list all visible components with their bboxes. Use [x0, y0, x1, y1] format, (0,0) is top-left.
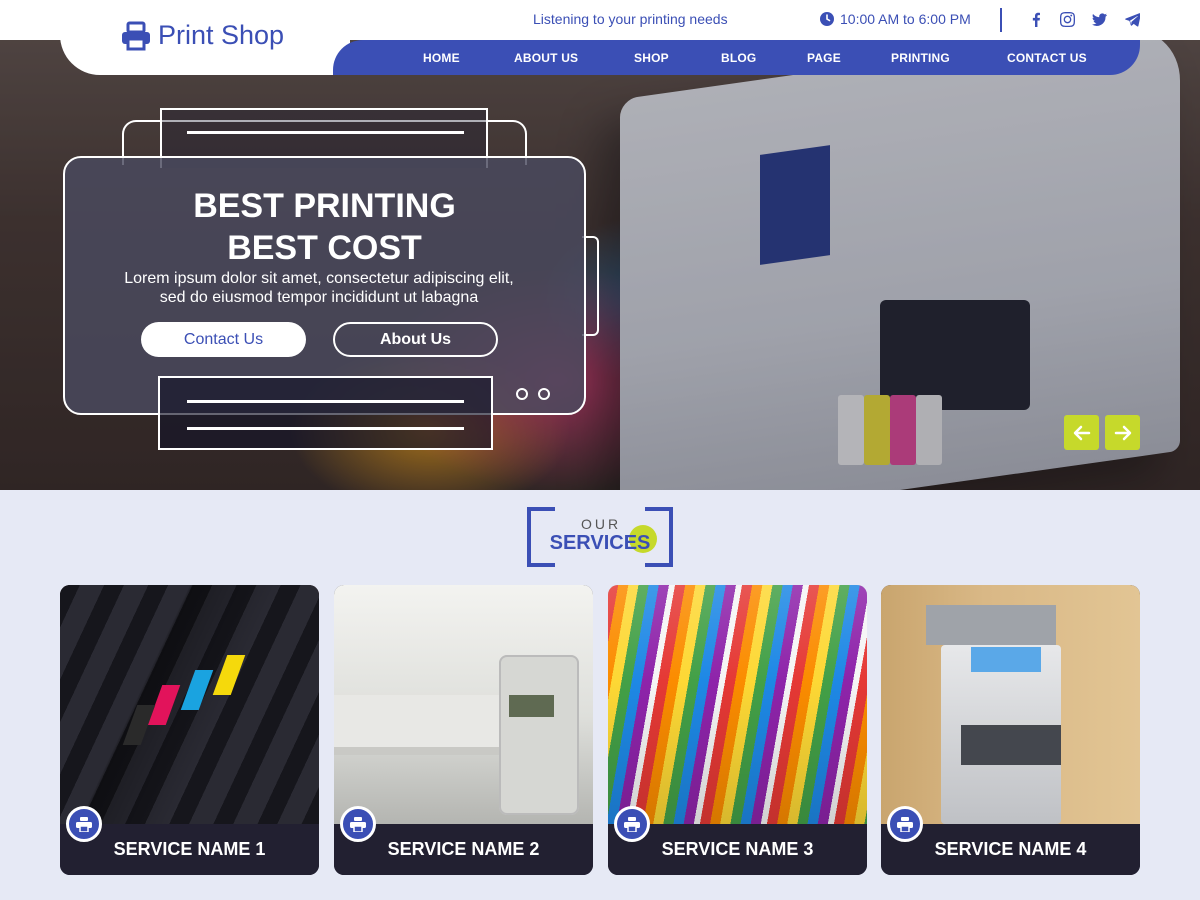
nav-item-about-us[interactable]: ABOUT US — [514, 51, 578, 65]
slider-next-button[interactable] — [1105, 415, 1140, 450]
tagline: Listening to your printing needs — [533, 11, 728, 27]
facebook-icon[interactable] — [1027, 10, 1045, 28]
nav-item-page[interactable]: PAGE — [807, 51, 841, 65]
ink-stripe — [180, 670, 214, 710]
hero-description: Lorem ipsum dolor sit amet, consectetur … — [124, 270, 514, 306]
nav-item-printing[interactable]: PRINTING — [891, 51, 950, 65]
paper-line-decoration — [187, 131, 464, 134]
about-us-button[interactable]: About Us — [333, 322, 498, 357]
nav-item-home[interactable]: HOME — [423, 51, 460, 65]
paper-tray-decoration — [158, 376, 493, 450]
swatch-shading — [608, 585, 867, 824]
service-card[interactable]: SERVICE NAME 1 — [60, 585, 319, 875]
hero-title-line-1: BEST PRINTING — [193, 187, 456, 225]
brand-logo[interactable]: Print Shop — [120, 20, 284, 51]
opening-hours: 10:00 AM to 6:00 PM — [820, 11, 971, 27]
printer-icon — [340, 806, 376, 842]
hours-text: 10:00 AM to 6:00 PM — [840, 11, 971, 27]
nav-item-contact-us[interactable]: CONTACT US — [1007, 51, 1087, 65]
divider — [1000, 8, 1002, 32]
hero-title-line-2: BEST COST — [227, 229, 422, 267]
brand-name: Print Shop — [158, 20, 285, 50]
printer-icon — [614, 806, 650, 842]
nav-item-blog[interactable]: BLOG — [721, 51, 756, 65]
service-image-copier — [881, 585, 1140, 824]
paper-line-decoration — [187, 400, 464, 403]
arrow-right-icon — [1114, 425, 1131, 440]
slider-prev-button[interactable] — [1064, 415, 1099, 450]
slide-dot[interactable] — [538, 388, 550, 400]
service-image-ink-cartridges — [60, 585, 319, 824]
nav-item-shop[interactable]: SHOP — [634, 51, 669, 65]
printer-screen — [509, 695, 554, 717]
instagram-icon[interactable] — [1058, 10, 1076, 28]
main-navigation: HOME ABOUT US SHOP BLOG PAGE PRINTING CO… — [333, 40, 1140, 75]
printer-icon — [122, 21, 150, 50]
contact-us-button[interactable]: Contact Us — [141, 322, 306, 357]
clock-icon — [820, 12, 834, 26]
ink-stripe — [122, 705, 156, 745]
ink-stripe — [212, 655, 246, 695]
services-heading-small: OUR — [580, 516, 622, 532]
paper-line-decoration — [187, 427, 464, 430]
arrow-left-icon — [1073, 425, 1090, 440]
printer-icon — [66, 806, 102, 842]
printer-keypad — [499, 655, 579, 815]
service-card[interactable]: SERVICE NAME 2 — [334, 585, 593, 875]
printer-icon — [887, 806, 923, 842]
service-image-color-swatches — [608, 585, 867, 824]
service-card[interactable]: SERVICE NAME 3 — [608, 585, 867, 875]
printer-tray — [334, 695, 504, 755]
services-heading: SERVICES — [549, 532, 651, 554]
slide-dot[interactable] — [516, 388, 528, 400]
copier-top — [926, 605, 1056, 645]
service-image-printer — [334, 585, 593, 824]
service-card[interactable]: SERVICE NAME 4 — [881, 585, 1140, 875]
twitter-icon[interactable] — [1090, 10, 1108, 28]
telegram-icon[interactable] — [1123, 10, 1141, 28]
copier-panel — [961, 725, 1061, 765]
copier-light — [971, 647, 1041, 672]
